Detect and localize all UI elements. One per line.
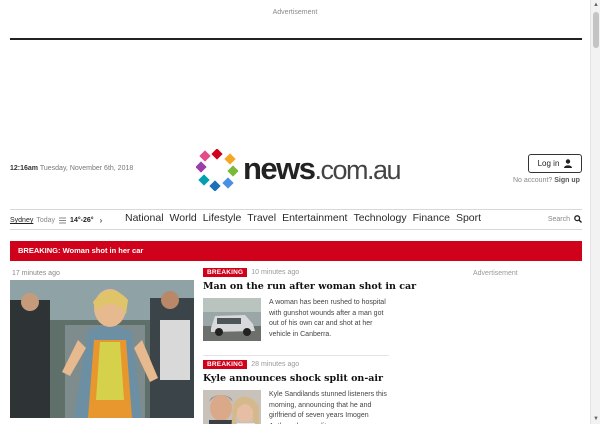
account-prompt: No account? Sign up [513, 177, 580, 184]
vertical-scrollbar[interactable]: ▲ ▼ [590, 0, 600, 424]
top-ad-label: Advertisement [272, 9, 318, 16]
weather-icon [59, 217, 67, 224]
nav-item-travel[interactable]: Travel [247, 212, 276, 224]
story-divider [203, 355, 389, 356]
logo-mark-icon [196, 149, 238, 191]
nav-links: National World Lifestyle Travel Entertai… [125, 212, 481, 224]
story-summary: A woman has been rushed to hospital with… [269, 299, 386, 338]
page: ▲ ▼ Advertisement 12:16am Tuesday, Novem… [0, 0, 600, 424]
story-meta: BREAKING 28 minutes ago [203, 360, 389, 369]
story-headline[interactable]: Kyle announces shock split on-air [203, 373, 389, 384]
nav-item-lifestyle[interactable]: Lifestyle [203, 212, 242, 224]
breaking-news-bar[interactable]: BREAKING: Woman shot in her car [10, 241, 582, 261]
scroll-thumb[interactable] [593, 12, 599, 48]
nav-item-entertainment[interactable]: Entertainment [282, 212, 347, 224]
logo-wordmark: news.com.au [243, 151, 402, 188]
scroll-down-arrow-icon[interactable]: ▼ [592, 414, 600, 424]
search-icon[interactable] [574, 215, 582, 223]
story-meta: BREAKING 10 minutes ago [203, 268, 389, 277]
weather-city[interactable]: Sydney [10, 217, 33, 224]
story-timestamp: 28 minutes ago [251, 361, 300, 368]
couple-photo [203, 390, 261, 424]
story-timestamp: 10 minutes ago [251, 269, 300, 276]
user-icon [564, 159, 573, 168]
current-time: 12:16am [10, 165, 39, 172]
main-nav: Sydney Today 14°-26° › National World Li… [10, 209, 582, 230]
story-thumbnail[interactable] [203, 390, 261, 424]
side-ad-label: Advertisement [473, 270, 518, 277]
story-summary: Kyle Sandilands stunned listeners this m… [269, 391, 387, 424]
nav-item-world[interactable]: World [170, 212, 197, 224]
weather-today: Today [36, 217, 56, 224]
story-body: A woman has been rushed to hospital with… [203, 298, 389, 341]
hero-image[interactable] [10, 280, 194, 418]
login-label: Log in [537, 159, 560, 168]
story-thumbnail[interactable] [203, 298, 261, 341]
hero-photo [10, 280, 194, 418]
nav-item-finance[interactable]: Finance [413, 212, 450, 224]
story-headline[interactable]: Man on the run after woman shot in car [203, 281, 416, 292]
breaking-badge: BREAKING [203, 268, 248, 277]
signup-link[interactable]: Sign up [554, 177, 580, 184]
story-card-2[interactable]: BREAKING 28 minutes ago Kyle announces s… [203, 360, 389, 424]
weather-temps: 14°-26° [70, 217, 94, 224]
nav-item-national[interactable]: National [125, 212, 164, 224]
nav-item-sport[interactable]: Sport [456, 212, 481, 224]
top-divider [10, 38, 582, 40]
search-control[interactable]: Search [548, 215, 582, 223]
search-label: Search [547, 215, 570, 223]
hero-timestamp: 17 minutes ago [12, 270, 60, 277]
car-photo [203, 298, 261, 341]
logo-tld: .com.au [314, 155, 402, 185]
weather-widget[interactable]: Sydney Today 14°-26° › [10, 216, 102, 225]
no-account-text: No account? [513, 177, 553, 184]
chevron-right-icon[interactable]: › [100, 216, 103, 225]
login-button[interactable]: Log in [528, 154, 582, 173]
story-body: Kyle Sandilands stunned listeners this m… [203, 390, 389, 424]
nav-item-technology[interactable]: Technology [353, 212, 406, 224]
breaking-badge: BREAKING [203, 360, 248, 369]
current-date: Tuesday, November 6th, 2018 [39, 165, 134, 172]
scroll-up-arrow-icon[interactable]: ▲ [592, 0, 600, 10]
news-logo[interactable]: news.com.au [196, 149, 406, 191]
date-time: 12:16am Tuesday, November 6th, 2018 [10, 165, 133, 172]
logo-brand: news [243, 151, 316, 186]
story-card-1[interactable]: BREAKING 10 minutes ago Man on the run a… [203, 268, 416, 341]
